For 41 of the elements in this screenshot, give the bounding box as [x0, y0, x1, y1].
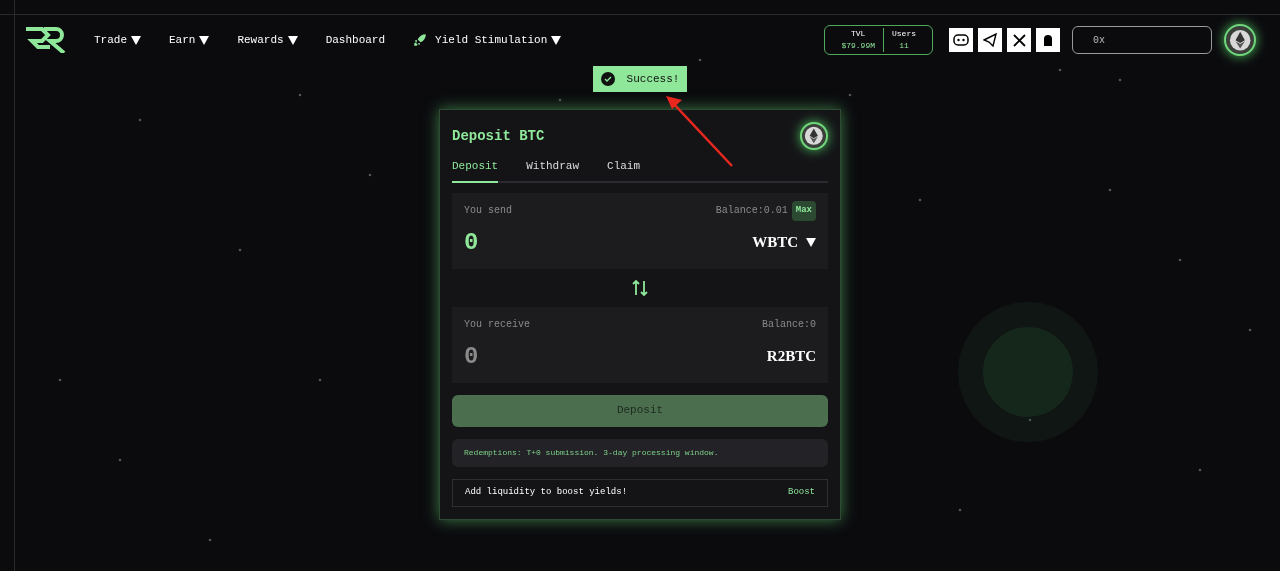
card-title: Deposit BTC: [452, 126, 545, 146]
panel-label: You receive: [464, 318, 530, 332]
rocket-icon: [413, 33, 428, 47]
success-toast: Success!: [592, 66, 688, 92]
nav-link[interactable]: Earn: [169, 31, 210, 49]
nav-link[interactable]: Trade: [94, 31, 141, 49]
tab[interactable]: Claim: [607, 158, 641, 183]
telegram-icon[interactable]: [978, 28, 1002, 52]
nav-link[interactable]: Dashboard: [325, 31, 386, 49]
max-button[interactable]: Max: [791, 200, 816, 221]
wallet-button[interactable]: 0x: [1072, 26, 1212, 54]
check-circle-icon: [600, 72, 615, 86]
caret-icon: [131, 35, 141, 45]
boost-text: Add liquidity to boost yields!: [465, 485, 628, 499]
ethereum-icon[interactable]: [800, 122, 828, 150]
stat-value: 11: [899, 40, 909, 52]
logo[interactable]: [24, 27, 66, 53]
amount-field[interactable]: 0: [464, 338, 560, 375]
balance-text: Balance:0: [762, 318, 816, 332]
ethereum-icon[interactable]: [1224, 24, 1256, 56]
balance-text: Balance:0.01: [715, 204, 788, 218]
caret-icon: [551, 35, 562, 45]
caret-icon: [199, 35, 210, 45]
token-selector[interactable]: R2BTC: [766, 345, 816, 368]
tab[interactable]: Withdraw: [526, 158, 580, 183]
stat-value: $79.99M: [841, 40, 875, 52]
tab[interactable]: Deposit: [452, 158, 499, 183]
x-icon[interactable]: [1007, 28, 1031, 52]
boost-link[interactable]: Boost: [788, 485, 815, 500]
panel-label: You send: [464, 204, 512, 218]
token-selector[interactable]: WBTC: [752, 231, 816, 254]
caret-icon: [806, 238, 816, 247]
discord-icon[interactable]: [949, 28, 973, 52]
notice-text: Redemptions: T+0 submission. 3-day processing window.: [464, 446, 719, 459]
stat-label: TVL: [850, 28, 866, 40]
amount-field[interactable]: 0: [464, 224, 560, 261]
nav-link[interactable]: Yield Stimulation: [413, 31, 562, 49]
swap-arrows-icon[interactable]: [632, 277, 648, 298]
caret-icon: [287, 35, 298, 45]
nav-link[interactable]: Rewards: [237, 31, 298, 49]
stat-label: Users: [892, 28, 916, 40]
